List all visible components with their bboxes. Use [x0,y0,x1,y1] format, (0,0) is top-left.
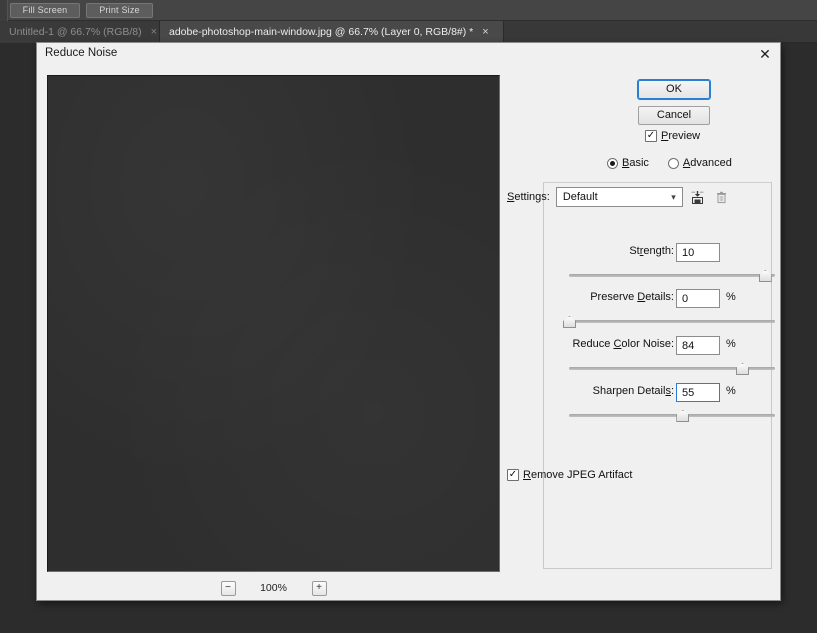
dialog-title: Reduce Noise [45,47,118,59]
unit-label: % [726,385,736,397]
preview-checkbox-row[interactable]: ✓ Preview [645,130,700,142]
settings-select-value: Default [562,191,598,203]
save-settings-icon[interactable] [689,188,707,206]
slider-label: Reduce Color Noise: [572,338,674,350]
delete-settings-icon[interactable] [713,188,731,206]
options-bar-grip [0,0,8,21]
sharpen-details-input[interactable]: 55 [676,383,720,402]
unit-label: % [726,338,736,350]
settings-select[interactable]: Default ▾ [555,187,683,207]
radio-advanced[interactable]: Advanced [667,157,732,169]
mode-radio-group: Basic Advanced [607,157,732,169]
document-tab-label: Untitled-1 @ 66.7% (RGB/8) [9,26,142,38]
preview-zoom-controls: − 100% + [47,579,500,597]
slider-track[interactable] [569,414,775,417]
reduce-color-noise-input[interactable]: 84 [676,336,720,355]
radio-basic[interactable]: Basic [607,157,649,169]
slider-thumb[interactable] [676,410,690,422]
radio-advanced-indicator[interactable] [667,157,679,169]
document-tab-label: adobe-photoshop-main-window.jpg @ 66.7% … [169,26,474,38]
remove-jpeg-artifact-row[interactable]: ✓ Remove JPEG Artifact [507,469,632,481]
slider-label: Sharpen Details: [592,385,674,397]
document-tab-active[interactable]: adobe-photoshop-main-window.jpg @ 66.7% … [160,21,504,43]
slider-row-preserve-details: Preserve Details: 0 % [507,289,775,329]
slider-head: Sharpen Details: 55 % [507,383,772,402]
ok-button[interactable]: OK [637,79,711,100]
preserve-details-input[interactable]: 0 [676,289,720,308]
zoom-level-label: 100% [260,582,287,594]
zoom-in-icon[interactable]: + [311,580,327,596]
photoshop-app-window: Fill Screen Print Size Untitled-1 @ 66.7… [0,0,817,633]
preview-checkbox[interactable]: ✓ [645,130,657,142]
remove-jpeg-artifact-label: Remove JPEG Artifact [523,469,633,481]
preview-pane[interactable] [47,75,500,572]
slider-label: Strength: [629,245,674,257]
slider-head: Strength: 10 [507,243,772,262]
slider-track[interactable] [569,274,775,277]
close-icon[interactable]: × [151,27,157,38]
close-icon[interactable]: × [482,27,488,38]
slider-label: Preserve Details: [590,291,674,303]
options-bar: Fill Screen Print Size [0,0,817,21]
slider-thumb[interactable] [758,270,772,282]
reduce-noise-dialog: Reduce Noise ✕ − 100% + OK Cancel ✓ Prev… [36,42,781,601]
document-tab-bar: Untitled-1 @ 66.7% (RGB/8) × adobe-photo… [0,21,817,43]
preview-checkbox-label: Preview [661,130,701,142]
strength-slider[interactable] [569,269,775,283]
slider-row-sharpen-details: Sharpen Details: 55 % [507,383,775,423]
chevron-down-icon[interactable]: ▾ [671,192,676,203]
radio-advanced-label: Advanced [682,157,732,169]
print-size-button[interactable]: Print Size [86,3,153,18]
dialog-title-bar[interactable]: Reduce Noise ✕ [37,43,780,66]
reduce-color-noise-slider[interactable] [569,362,775,376]
slider-track[interactable] [569,320,775,323]
preserve-details-slider[interactable] [563,315,775,329]
close-icon[interactable]: ✕ [750,43,780,66]
document-tab-untitled[interactable]: Untitled-1 @ 66.7% (RGB/8) × [0,21,160,43]
sharpen-details-slider[interactable] [569,409,775,423]
slider-head: Reduce Color Noise: 84 % [507,336,772,355]
dialog-controls-column: OK Cancel ✓ Preview Basic Advanced [507,75,772,595]
preview-image[interactable] [48,76,499,571]
cancel-button[interactable]: Cancel [638,106,710,125]
radio-basic-indicator[interactable] [607,157,618,169]
strength-input[interactable]: 10 [676,243,720,262]
fill-screen-button[interactable]: Fill Screen [10,3,80,18]
slider-thumb[interactable] [736,363,750,375]
slider-row-strength: Strength: 10 [507,243,775,283]
zoom-out-icon[interactable]: − [220,580,236,596]
slider-head: Preserve Details: 0 % [507,289,772,308]
settings-row: Settings: Default ▾ [507,186,772,208]
slider-row-reduce-color-noise: Reduce Color Noise: 84 % [507,336,775,376]
radio-basic-label: Basic [622,157,649,169]
remove-jpeg-artifact-checkbox[interactable]: ✓ [507,469,519,481]
slider-thumb[interactable] [563,316,576,328]
unit-label: % [726,291,736,303]
settings-label: Settings: [507,191,550,203]
